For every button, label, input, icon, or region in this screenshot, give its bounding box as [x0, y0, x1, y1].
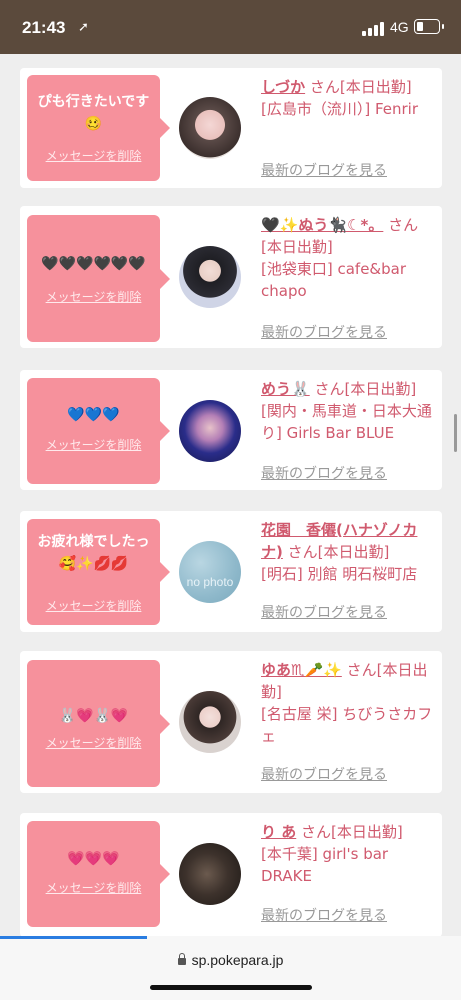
message-card: お疲れ様でしたっ🥰✨💋💋 メッセージを削除 no photo 花園 香僊(ハナゾ…: [20, 511, 442, 632]
location-arrow-icon: ➚: [78, 20, 89, 35]
delete-message-link[interactable]: メッセージを削除: [27, 597, 160, 614]
attendance-status: さん[本日出勤]: [301, 823, 403, 841]
message-text: 💙💙💙: [67, 407, 120, 423]
girl-name-link[interactable]: り あ: [261, 823, 296, 841]
shop-info: [明石] 別館 明石桜町店: [261, 565, 418, 583]
message-card: ぴも行きたいです🥴 メッセージを削除 しづか さん[本日出勤] [広島市（流川）…: [20, 68, 442, 188]
scrollbar[interactable]: [454, 414, 457, 452]
shop-info: [名古屋 栄] ちびうさカフェ: [261, 705, 433, 745]
shop-info: [池袋東口] cafe&bar chapo: [261, 260, 406, 300]
delete-message-link[interactable]: メッセージを削除: [27, 879, 160, 896]
message-bubble: 🖤🖤🖤🖤🖤🖤 メッセージを削除: [27, 215, 170, 342]
latest-blog-link[interactable]: 最新のブログを見る: [261, 463, 387, 483]
shop-info: [関内・馬車道・日本大通り] Girls Bar BLUE: [261, 402, 432, 442]
message-card: 💗💗💗 メッセージを削除 り あ さん[本日出勤] [本千葉] girl's b…: [20, 813, 442, 936]
network-type: 4G: [390, 19, 409, 35]
battery-icon: [414, 19, 444, 34]
message-card: 🐰💗🐰💗 メッセージを削除 ゆあ♏︎🥕✨ さん[本日出勤] [名古屋 栄] ちび…: [20, 651, 442, 793]
url-text: sp.pokepara.jp: [191, 952, 284, 968]
avatar[interactable]: [179, 691, 241, 753]
girl-name-link[interactable]: しづか: [261, 78, 305, 96]
status-time: 21:43: [22, 18, 66, 37]
latest-blog-link[interactable]: 最新のブログを見る: [261, 602, 387, 622]
latest-blog-link[interactable]: 最新のブログを見る: [261, 764, 387, 784]
address-bar[interactable]: sp.pokepara.jp: [0, 952, 461, 968]
delete-message-link[interactable]: メッセージを削除: [27, 436, 160, 453]
attendance-status: さん[本日出勤]: [309, 78, 412, 96]
delete-message-link[interactable]: メッセージを削除: [27, 147, 160, 164]
no-photo-label: no photo: [186, 575, 234, 589]
avatar[interactable]: no photo: [179, 541, 241, 603]
message-card: 💙💙💙 メッセージを削除 めう🐰 さん[本日出勤] [関内・馬車道・日本大通り]…: [20, 370, 442, 490]
message-bubble: ぴも行きたいです🥴 メッセージを削除: [27, 75, 170, 181]
latest-blog-link[interactable]: 最新のブログを見る: [261, 322, 387, 342]
delete-message-link[interactable]: メッセージを削除: [27, 288, 160, 305]
message-bubble: 💗💗💗 メッセージを削除: [27, 821, 170, 927]
message-card: 🖤🖤🖤🖤🖤🖤 メッセージを削除 🖤✨ぬう🐈‍⬛☾*。 さん[本日出勤] [池袋東…: [20, 206, 442, 348]
latest-blog-link[interactable]: 最新のブログを見る: [261, 160, 387, 180]
message-text: 🖤🖤🖤🖤🖤🖤: [41, 256, 146, 272]
page-load-progress: [0, 936, 147, 939]
avatar[interactable]: [179, 97, 241, 159]
message-list: ぴも行きたいです🥴 メッセージを削除 しづか さん[本日出勤] [広島市（流川）…: [0, 54, 461, 936]
lock-icon: [177, 953, 186, 965]
signal-icon: [362, 22, 384, 36]
browser-bottom-bar: sp.pokepara.jp: [0, 936, 461, 1000]
message-text: ぴも行きたいです🥴: [37, 94, 150, 132]
status-bar: 21:43 ➚ 4G: [0, 0, 461, 54]
message-bubble: お疲れ様でしたっ🥰✨💋💋 メッセージを削除: [27, 519, 170, 625]
girl-name-link[interactable]: めう🐰: [261, 380, 310, 398]
delete-message-link[interactable]: メッセージを削除: [27, 734, 160, 751]
message-text: 🐰💗🐰💗: [58, 708, 129, 724]
message-text: お疲れ様でしたっ🥰✨💋💋: [37, 534, 150, 572]
avatar[interactable]: [179, 843, 241, 905]
avatar[interactable]: [179, 246, 241, 308]
girl-name-link[interactable]: 🖤✨ぬう🐈‍⬛☾*。: [261, 216, 383, 234]
message-bubble: 🐰💗🐰💗 メッセージを削除: [27, 660, 170, 787]
girl-name-link[interactable]: ゆあ♏︎🥕✨: [261, 661, 342, 679]
latest-blog-link[interactable]: 最新のブログを見る: [261, 905, 387, 925]
message-bubble: 💙💙💙 メッセージを削除: [27, 378, 170, 484]
shop-info: [本千葉] girl's bar DRAKE: [261, 845, 389, 885]
avatar[interactable]: [179, 400, 241, 462]
attendance-status: さん[本日出勤]: [287, 543, 390, 561]
shop-info: [広島市（流川）] Fenrir: [261, 100, 419, 118]
attendance-status: さん[本日出勤]: [314, 380, 417, 398]
home-indicator[interactable]: [150, 985, 312, 990]
message-text: 💗💗💗: [67, 851, 120, 867]
